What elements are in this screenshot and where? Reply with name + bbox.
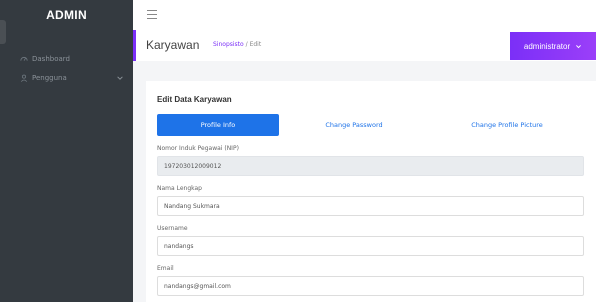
email-field[interactable]: nandangs@gmail.com — [157, 276, 584, 296]
tab-bar: Profile Info Change Password Change Prof… — [157, 114, 585, 136]
breadcrumb: Sinopsisto / Edit — [213, 41, 261, 48]
user-menu-button[interactable]: administrator — [510, 32, 596, 60]
sidebar-item-label: Dashboard — [32, 55, 70, 63]
card-title: Edit Data Karyawan — [157, 95, 232, 104]
sidebar: ADMIN Dashboard Pengguna — [0, 0, 133, 302]
breadcrumb-separator: / — [245, 41, 248, 48]
tab-profile-info[interactable]: Profile Info — [157, 114, 279, 136]
email-label: Email — [157, 265, 174, 272]
chevron-down-icon — [576, 44, 582, 48]
user-name: administrator — [523, 41, 571, 51]
page-title: Karyawan — [146, 38, 200, 52]
brand-logo[interactable]: ADMIN — [0, 0, 133, 30]
breadcrumb-current: Edit — [249, 41, 262, 48]
menu-toggle-icon[interactable] — [147, 10, 157, 19]
tab-change-password[interactable]: Change Password — [279, 114, 429, 136]
username-field[interactable]: nandangs — [157, 236, 584, 256]
nama-field[interactable]: Nandang Sukmara — [157, 196, 584, 216]
nama-label: Nama Lengkap — [157, 185, 202, 192]
edit-card: Edit Data Karyawan Profile Info Change P… — [146, 81, 596, 302]
sidebar-item-dashboard[interactable]: Dashboard — [0, 51, 133, 67]
sidebar-handle[interactable] — [0, 20, 6, 44]
gauge-icon — [20, 55, 28, 63]
user-icon — [20, 74, 28, 82]
page-header: Karyawan Sinopsisto / Edit administrator — [133, 30, 596, 61]
nip-field[interactable]: 197203012009012 — [157, 156, 584, 176]
top-bar — [133, 0, 596, 30]
sidebar-item-label: Pengguna — [32, 74, 67, 82]
nip-label: Nomor Induk Pegawai (NIP) — [157, 145, 239, 152]
tab-change-profile-picture[interactable]: Change Profile Picture — [429, 114, 585, 136]
username-label: Username — [157, 225, 188, 232]
sidebar-item-pengguna[interactable]: Pengguna — [0, 70, 133, 86]
chevron-down-icon — [117, 76, 123, 80]
breadcrumb-link[interactable]: Sinopsisto — [213, 41, 244, 48]
